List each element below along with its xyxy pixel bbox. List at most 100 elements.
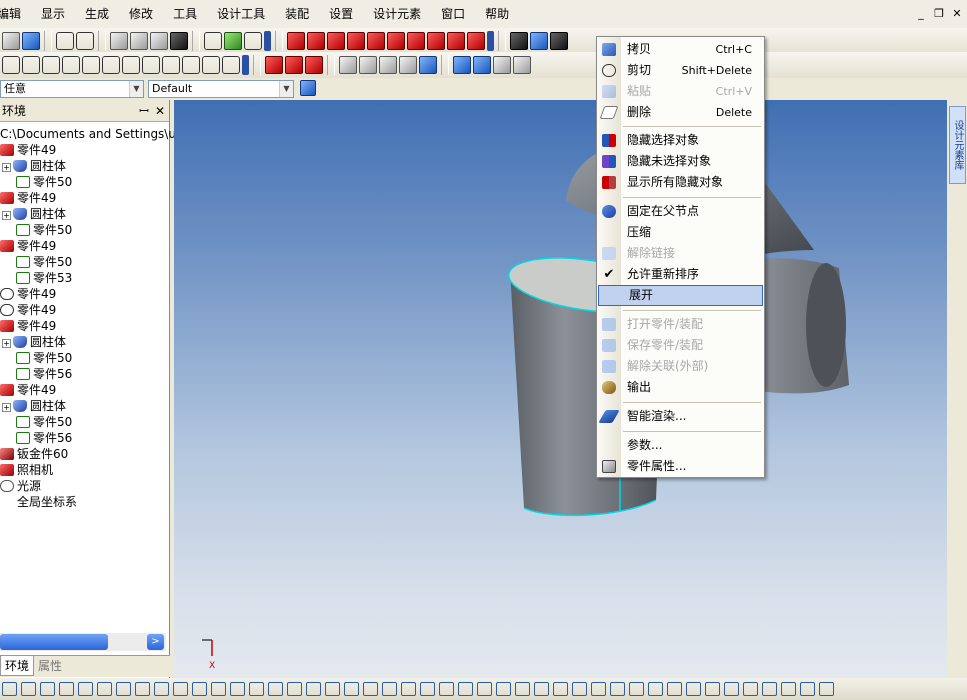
tree-item[interactable]: 零件50 xyxy=(0,222,166,238)
sketch-tool-icon[interactable] xyxy=(800,682,815,696)
shape-4-icon[interactable] xyxy=(62,56,80,74)
redo-icon[interactable] xyxy=(76,32,94,50)
context-menu-item[interactable]: 剪切 Shift+Delete xyxy=(597,60,764,81)
undo-icon[interactable] xyxy=(56,32,74,50)
sketch-tool-icon[interactable] xyxy=(781,682,796,696)
pin-icon[interactable]: ꟷ xyxy=(139,100,149,122)
tree-item[interactable]: 零件56 xyxy=(0,366,166,382)
sketch-tool-icon[interactable] xyxy=(458,682,473,696)
context-menu-item[interactable]: 粘贴 Ctrl+V xyxy=(597,81,764,102)
menu-item[interactable]: 工具 xyxy=(163,0,207,28)
sketch-tool-icon[interactable] xyxy=(724,682,739,696)
sketch-tool-icon[interactable] xyxy=(439,682,454,696)
tree-item[interactable]: 零件49 xyxy=(0,286,166,302)
tree-item[interactable]: 照相机 xyxy=(0,462,166,478)
tree-item[interactable]: 零件50 xyxy=(0,174,166,190)
sketch-tool-icon[interactable] xyxy=(629,682,644,696)
sketch-tool-icon[interactable] xyxy=(173,682,188,696)
context-menu-item[interactable]: 零件属性... xyxy=(597,456,764,477)
context-menu-item[interactable]: 隐藏未选择对象 xyxy=(597,151,764,172)
hierarchy-icon[interactable] xyxy=(300,80,316,96)
tree-item[interactable]: 零件49 xyxy=(0,142,166,158)
select-icon[interactable] xyxy=(204,32,222,50)
context-menu-item[interactable]: 输出 xyxy=(597,377,764,398)
shape-10-icon[interactable] xyxy=(182,56,200,74)
sketch-tool-icon[interactable] xyxy=(743,682,758,696)
sketch-tool-icon[interactable] xyxy=(686,682,701,696)
sketch-tool-icon[interactable] xyxy=(553,682,568,696)
sketch-tool-icon[interactable] xyxy=(762,682,777,696)
tree-item[interactable]: 零件56 xyxy=(0,430,166,446)
tree-item[interactable]: 零件49 xyxy=(0,382,166,398)
part-view-3-icon[interactable] xyxy=(327,32,345,50)
part-view-1-icon[interactable] xyxy=(287,32,305,50)
tree-item[interactable]: 零件50 xyxy=(0,254,166,270)
menu-item[interactable]: 设计元素 xyxy=(363,0,431,28)
help-icon[interactable] xyxy=(244,32,262,50)
configuration-combo[interactable]: Default ▼ xyxy=(148,80,294,98)
shape-2-icon[interactable] xyxy=(22,56,40,74)
sketch-tool-icon[interactable] xyxy=(382,682,397,696)
open-icon[interactable] xyxy=(2,32,20,50)
part-view-9-icon[interactable] xyxy=(447,32,465,50)
sketch-tool-icon[interactable] xyxy=(211,682,226,696)
assembly-icon[interactable] xyxy=(510,32,528,50)
sketch-tool-icon[interactable] xyxy=(610,682,625,696)
context-menu-item[interactable]: 隐藏选择对象 xyxy=(597,130,764,151)
sketch-tool-icon[interactable] xyxy=(116,682,131,696)
context-menu-item[interactable]: 解除链接 xyxy=(597,243,764,264)
settings-icon[interactable] xyxy=(130,32,148,50)
tree-item[interactable]: 钣金件60 xyxy=(0,446,166,462)
sketch-tool-icon[interactable] xyxy=(2,682,17,696)
context-menu-item[interactable]: 展开 xyxy=(598,285,763,306)
sketch-tool-icon[interactable] xyxy=(344,682,359,696)
sketch-tool-icon[interactable] xyxy=(21,682,36,696)
expand-icon[interactable]: + xyxy=(2,403,11,412)
sketch-tool-icon[interactable] xyxy=(705,682,720,696)
sketch-tool-icon[interactable] xyxy=(135,682,150,696)
part-view-6-icon[interactable] xyxy=(387,32,405,50)
part-view-8-icon[interactable] xyxy=(427,32,445,50)
tree-item[interactable]: 零件53 xyxy=(0,270,166,286)
tree-item[interactable]: + 圆柱体 xyxy=(0,334,166,350)
tree-item[interactable]: 零件49 xyxy=(0,238,166,254)
shape-9-icon[interactable] xyxy=(162,56,180,74)
tree-item[interactable]: 零件50 xyxy=(0,350,166,366)
context-menu-item[interactable]: 保存零件/装配 xyxy=(597,335,764,356)
part-view-7-icon[interactable] xyxy=(407,32,425,50)
close-icon[interactable]: ✕ xyxy=(155,100,165,122)
context-menu-item[interactable]: 拷贝 Ctrl+C xyxy=(597,39,764,60)
solid-1-icon[interactable] xyxy=(453,56,471,74)
sketch-tool-icon[interactable] xyxy=(401,682,416,696)
sketch-tool-icon[interactable] xyxy=(230,682,245,696)
refresh-icon[interactable] xyxy=(110,32,128,50)
feature-3-icon[interactable] xyxy=(379,56,397,74)
tree-item[interactable]: 零件49 xyxy=(0,318,166,334)
menu-item[interactable]: 窗口 xyxy=(431,0,475,28)
feature-4-icon[interactable] xyxy=(399,56,417,74)
context-menu-item[interactable]: 删除 Delete xyxy=(597,102,764,123)
tree-root-path[interactable]: C:\Documents and Settings\user\桌 xyxy=(0,126,211,142)
toolbar-grip[interactable] xyxy=(487,31,494,51)
sketch-tool-icon[interactable] xyxy=(515,682,530,696)
sketch-tool-icon[interactable] xyxy=(572,682,587,696)
expand-icon[interactable]: + xyxy=(2,211,11,220)
shape-1-icon[interactable] xyxy=(2,56,20,74)
sketch-tool-icon[interactable] xyxy=(363,682,378,696)
shape-12-icon[interactable] xyxy=(222,56,240,74)
part-view-2-icon[interactable] xyxy=(307,32,325,50)
context-menu-item[interactable]: 压缩 xyxy=(597,222,764,243)
sketch-tool-icon[interactable] xyxy=(192,682,207,696)
feature-1-icon[interactable] xyxy=(339,56,357,74)
menu-item[interactable]: 帮助 xyxy=(475,0,519,28)
snapshot-icon[interactable] xyxy=(170,32,188,50)
filter-combo[interactable]: 任意 ▼ xyxy=(0,80,144,98)
menu-item[interactable]: 装配 xyxy=(275,0,319,28)
design-element-library-tab[interactable]: 设计元素库 xyxy=(949,106,966,184)
toolbar-grip[interactable] xyxy=(242,55,249,75)
surface-1-icon[interactable] xyxy=(265,56,283,74)
solid-4-icon[interactable] xyxy=(513,56,531,74)
expand-icon[interactable]: + xyxy=(2,163,11,172)
context-menu-item[interactable]: 智能渲染... xyxy=(597,406,764,427)
shape-7-icon[interactable] xyxy=(122,56,140,74)
